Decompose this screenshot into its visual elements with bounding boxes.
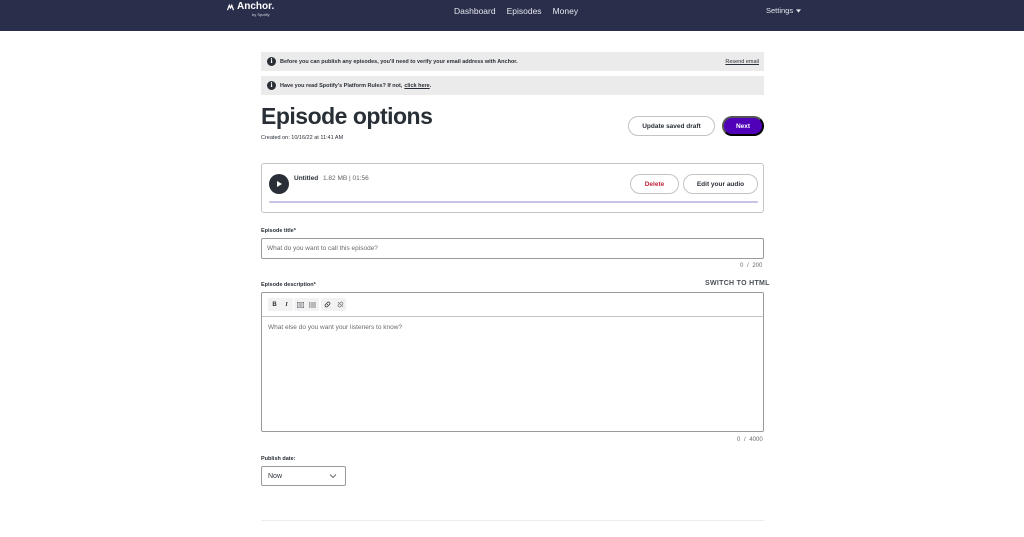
delete-audio-button[interactable]: Delete: [630, 174, 679, 194]
bullet-list-button[interactable]: [307, 299, 318, 310]
publish-date-value: Now: [268, 472, 283, 480]
logo-subtitle: by Spotify: [252, 12, 270, 17]
caret-down-icon: [796, 8, 802, 13]
nav-dashboard[interactable]: Dashboard: [454, 6, 496, 16]
episode-title-input[interactable]: [261, 238, 764, 259]
nav-episodes[interactable]: Episodes: [507, 6, 542, 16]
info-icon: i: [267, 57, 276, 66]
title-char-counter: 0 / 200: [740, 263, 763, 269]
ordered-list-button[interactable]: [295, 299, 306, 310]
play-button[interactable]: [269, 174, 289, 194]
remove-link-button[interactable]: [335, 299, 346, 310]
info-icon: i: [267, 81, 276, 90]
publish-date-select[interactable]: Now: [261, 466, 346, 486]
publish-date-label: Publish date:: [261, 456, 296, 462]
episode-description-label: Episode description*: [261, 282, 316, 288]
ordered-list-icon: [297, 301, 304, 308]
platform-rules-link[interactable]: click here: [404, 83, 429, 89]
description-editor-body[interactable]: What else do you want your listeners to …: [268, 324, 402, 331]
verify-email-banner: i Before you can publish any episodes, y…: [261, 52, 764, 71]
play-icon: [277, 181, 282, 187]
editor-toolbar: B I: [262, 293, 763, 317]
description-editor: B I What else do you want your listeners…: [261, 292, 764, 432]
chevron-down-icon: [329, 474, 337, 479]
logo-text: Anchor.: [237, 1, 275, 12]
platform-rules-banner: i Have you read Spotify's Platform Rules…: [261, 76, 764, 95]
description-char-counter: 0 / 4000: [737, 437, 763, 443]
main-nav: Dashboard Episodes Money: [454, 0, 578, 21]
top-navigation-bar: Anchor. by Spotify Dashboard Episodes Mo…: [0, 0, 1024, 31]
created-date: Created on: 10/16/22 at 11:41 AM: [261, 135, 344, 141]
page-title: Episode options: [261, 103, 433, 129]
bullet-list-icon: [309, 301, 316, 308]
platform-rules-text: Have you read Spotify's Platform Rules? …: [280, 82, 403, 89]
platform-rules-suffix: .: [429, 82, 432, 89]
italic-button[interactable]: I: [281, 299, 292, 310]
verify-email-text: Before you can publish any episodes, you…: [280, 58, 518, 65]
settings-menu[interactable]: Settings: [766, 0, 802, 21]
audio-progress-bar[interactable]: [269, 201, 758, 203]
update-saved-draft-button[interactable]: Update saved draft: [628, 116, 715, 136]
switch-to-html-button[interactable]: SWITCH TO HTML: [705, 280, 770, 287]
divider: [261, 520, 764, 521]
nav-money[interactable]: Money: [553, 6, 579, 16]
link-icon: [324, 301, 331, 308]
anchor-logo[interactable]: Anchor. by Spotify: [226, 1, 275, 17]
resend-email-link[interactable]: Resend email: [725, 59, 759, 65]
audio-meta: 1.82 MB | 01:56: [323, 175, 369, 182]
audio-name: Untitled: [294, 175, 319, 182]
bold-button[interactable]: B: [269, 299, 280, 310]
unlink-icon: [337, 301, 344, 308]
episode-title-label: Episode title*: [261, 228, 296, 234]
next-button[interactable]: Next: [722, 116, 764, 136]
insert-link-button[interactable]: [322, 299, 333, 310]
anchor-logo-icon: [226, 3, 235, 11]
settings-label: Settings: [766, 6, 794, 15]
edit-audio-button[interactable]: Edit your audio: [683, 174, 758, 194]
audio-card: Untitled 1.82 MB | 01:56 Delete Edit you…: [261, 163, 764, 213]
